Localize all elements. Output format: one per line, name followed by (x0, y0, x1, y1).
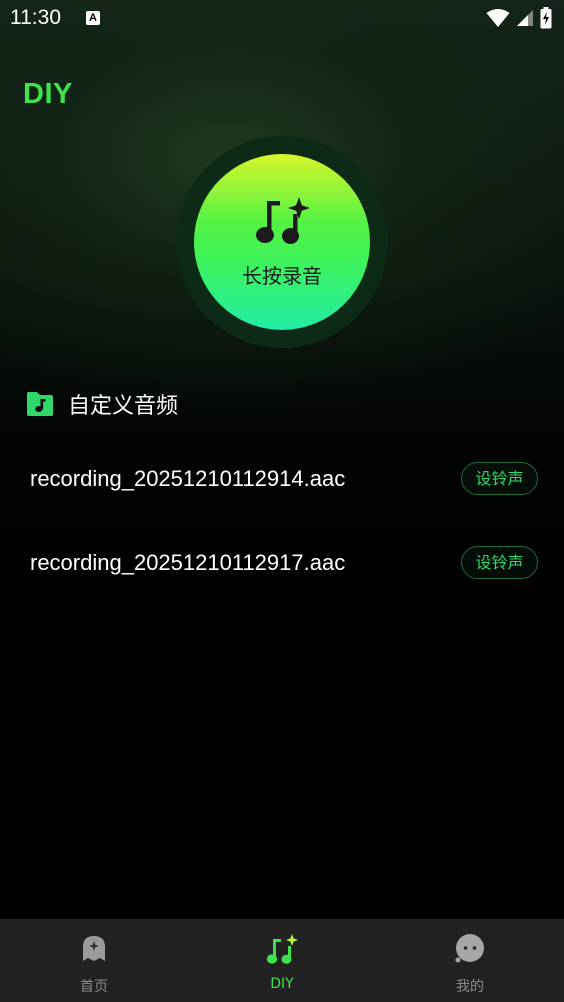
face-profile-icon (455, 934, 484, 963)
nav-label-home: 首页 (80, 979, 108, 995)
status-icons (486, 7, 552, 29)
section-title: 自定义音频 (68, 394, 179, 419)
page-title: DIY (23, 78, 73, 110)
nav-label-diy: DIY (270, 976, 294, 992)
cell-signal-icon (517, 10, 533, 26)
bottom-nav: 首页 DIY 我的 (0, 919, 564, 1002)
list-item[interactable]: recording_20251210112917.aac 设铃声 (0, 546, 564, 630)
music-note-sparkle-icon (266, 934, 298, 964)
wifi-icon (486, 9, 510, 27)
set-ringtone-button[interactable]: 设铃声 (461, 462, 538, 495)
notification-a-icon: A (86, 11, 100, 25)
list-item[interactable]: recording_20251210112914.aac 设铃声 (0, 462, 564, 546)
nav-label-profile: 我的 (456, 979, 484, 995)
recording-file-name: recording_20251210112914.aac (30, 466, 346, 491)
nav-item-home[interactable]: 首页 (0, 919, 188, 1002)
status-time: 11:30 (10, 6, 61, 29)
nav-item-profile[interactable]: 我的 (376, 919, 564, 1002)
music-folder-icon (27, 392, 53, 416)
nav-item-diy[interactable]: DIY (188, 919, 376, 1002)
status-bar: 11:30 A (0, 0, 564, 38)
record-button[interactable]: 长按录音 (194, 154, 370, 330)
recording-file-name: recording_20251210112917.aac (30, 550, 346, 575)
section-header: 自定义音频 (26, 388, 178, 420)
ghost-home-icon (83, 936, 105, 961)
music-note-sparkle-icon (256, 197, 309, 244)
set-ringtone-button[interactable]: 设铃声 (461, 546, 538, 579)
battery-charging-icon (540, 7, 552, 29)
record-label: 长按录音 (242, 264, 322, 288)
